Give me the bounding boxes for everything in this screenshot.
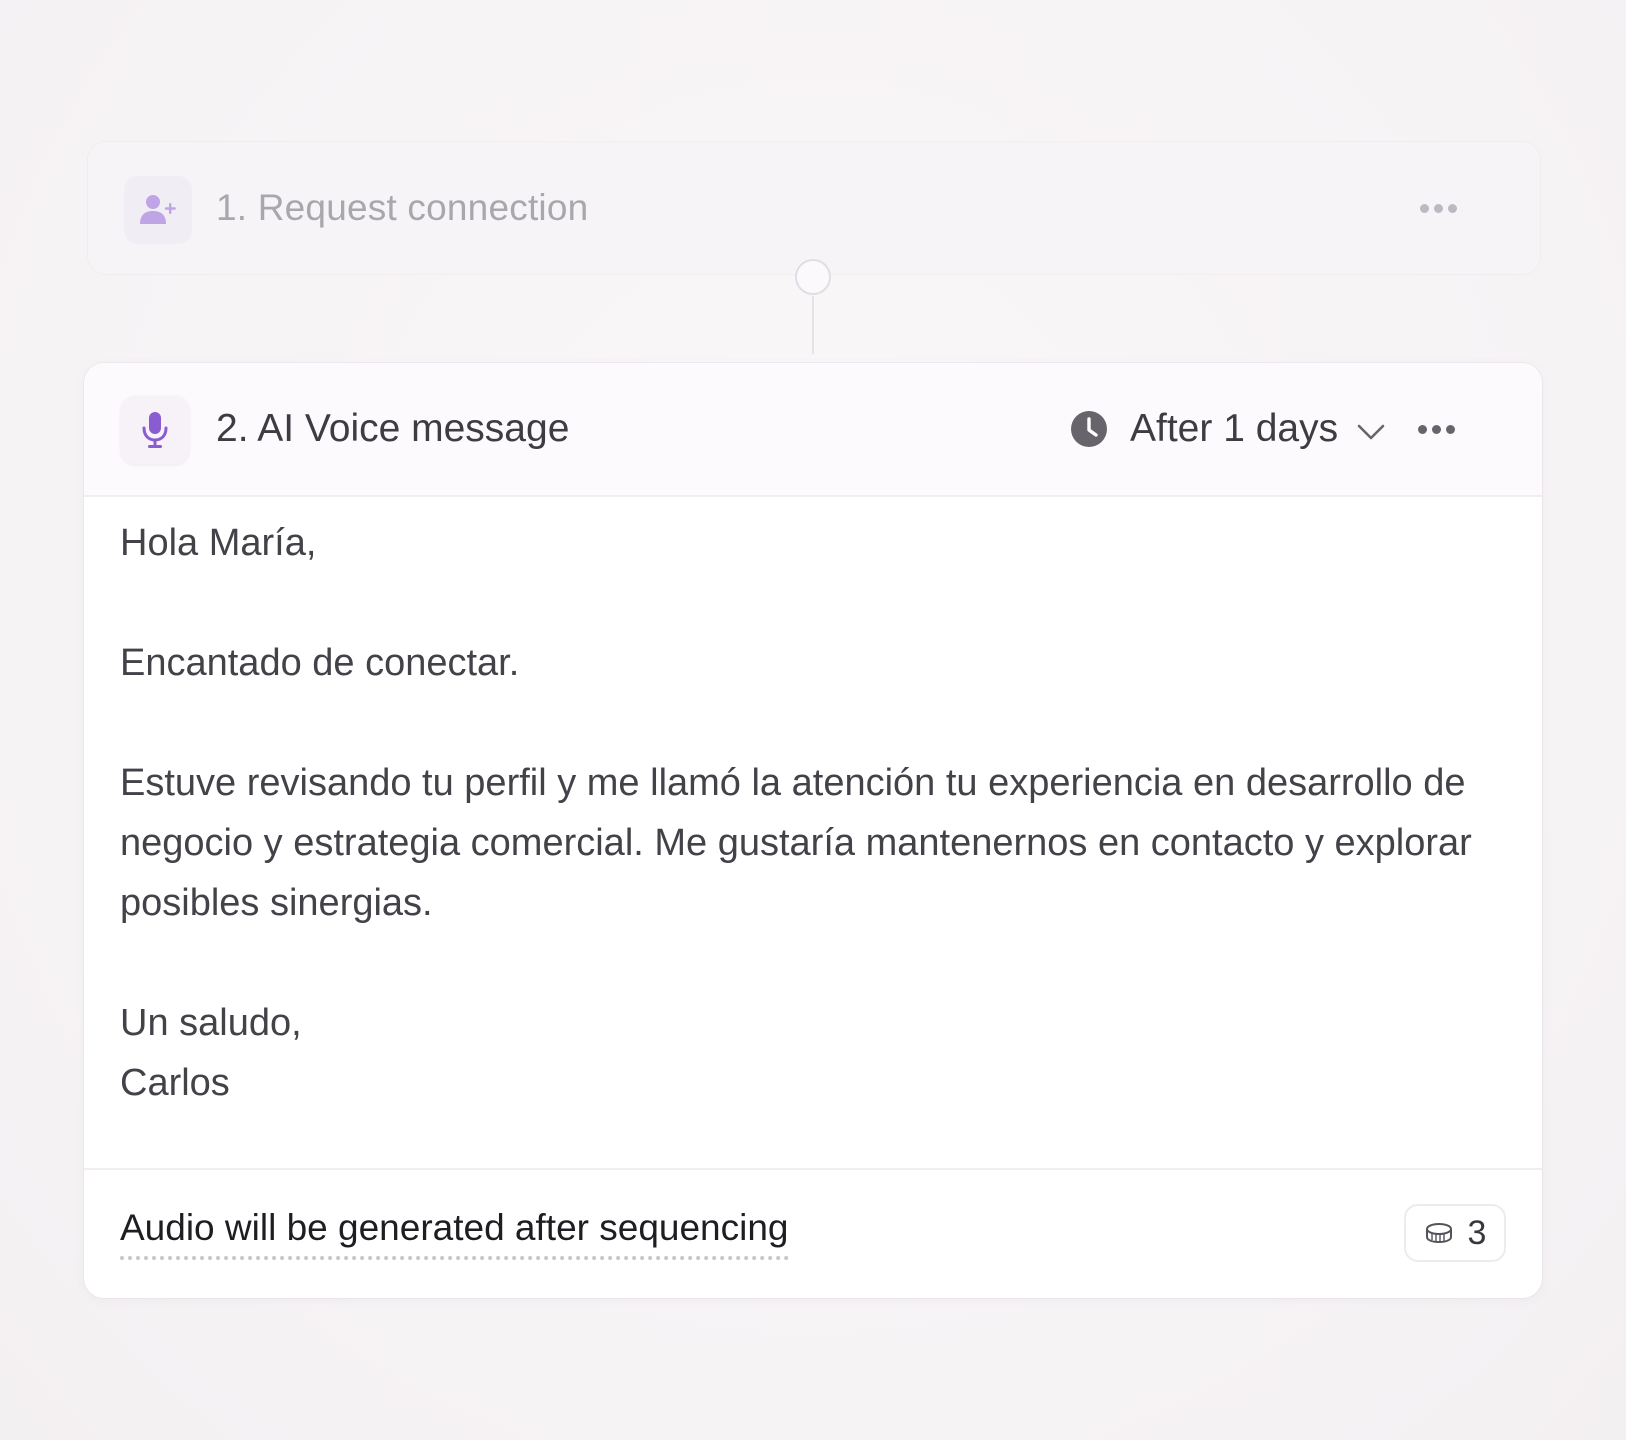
sequence-canvas: 1. Request connection 2. AI Voice messag… <box>0 0 1626 1440</box>
person-add-icon <box>140 195 176 224</box>
step-icon-box <box>124 176 192 244</box>
credit-cost-badge: 3 <box>1404 1204 1506 1262</box>
delay-label: After 1 days <box>1130 407 1339 450</box>
message-signature: Carlos <box>120 1062 230 1104</box>
dot-icon <box>1417 424 1427 434</box>
voice-message-text[interactable]: Hola María, Encantado de conectar. Estuv… <box>120 513 1510 1113</box>
chevron-down-icon <box>1357 424 1385 440</box>
more-options-button[interactable] <box>1408 409 1464 449</box>
message-greeting: Hola María, <box>120 522 317 564</box>
message-paragraph: Estuve revisando tu perfil y me llamó la… <box>120 762 1472 924</box>
step-card-request-connection[interactable]: 1. Request connection <box>88 142 1540 274</box>
message-closing: Un saludo, <box>120 1002 302 1044</box>
message-line: Encantado de conectar. <box>120 642 520 684</box>
dot-icon <box>1419 203 1429 213</box>
step-title: 1. Request connection <box>216 187 589 228</box>
delay-dropdown[interactable]: After 1 days <box>1070 399 1386 459</box>
more-options-button[interactable] <box>1410 188 1466 228</box>
microphone-icon <box>142 412 168 448</box>
step-title: 2. AI Voice message <box>216 407 570 450</box>
step-header: 2. AI Voice message After 1 days <box>84 363 1542 497</box>
clock-icon <box>1071 411 1107 447</box>
dot-icon <box>1445 424 1455 434</box>
audio-generation-note[interactable]: Audio will be generated after sequencing <box>120 1202 789 1260</box>
step-card-ai-voice-message: 2. AI Voice message After 1 days Hola Ma… <box>84 363 1542 1298</box>
step-connector-line <box>812 296 814 354</box>
dot-icon <box>1447 203 1457 213</box>
credit-count: 3 <box>1467 1213 1487 1252</box>
coins-icon <box>1425 1223 1452 1244</box>
step-icon-box <box>121 396 189 464</box>
dot-icon <box>1433 203 1443 213</box>
add-step-handle[interactable] <box>795 259 831 295</box>
step-footer: Audio will be generated after sequencing… <box>84 1168 1542 1298</box>
dot-icon <box>1431 424 1441 434</box>
